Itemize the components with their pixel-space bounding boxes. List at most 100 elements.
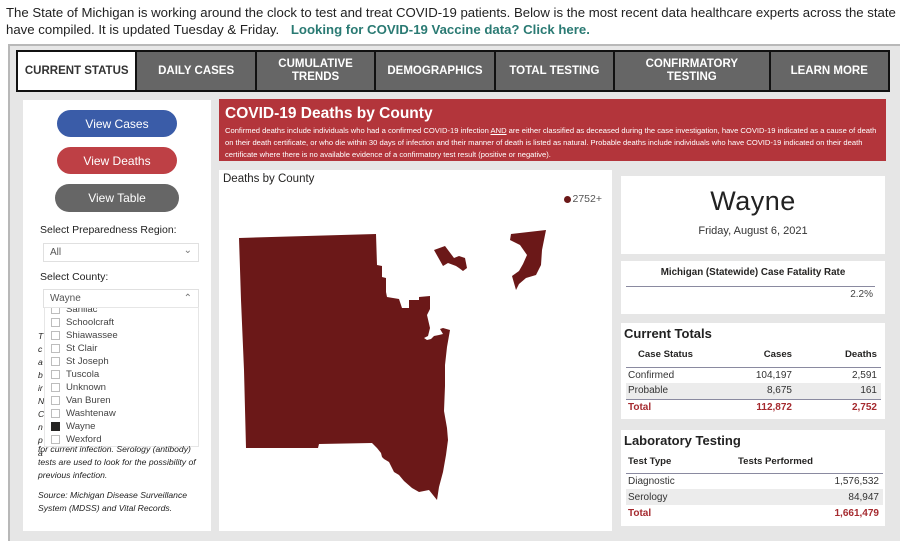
tab-confirmatory-testing[interactable]: CONFIRMATORY TESTING <box>615 52 769 90</box>
cell: 8,675 <box>716 383 796 399</box>
county-option[interactable]: St Joseph <box>45 355 198 368</box>
data-date: Friday, August 6, 2021 <box>698 225 808 237</box>
county-option-label: Washtenaw <box>66 408 116 419</box>
cfr-value: 2.2% <box>850 289 873 300</box>
table-row: Confirmed 104,197 2,591 <box>626 367 881 383</box>
table-row: Serology 84,947 <box>626 489 883 505</box>
column-header-cases[interactable]: Cases <box>716 343 796 368</box>
cell: 112,872 <box>716 398 796 415</box>
cell: 2,591 <box>851 369 877 381</box>
county-option[interactable]: Sanilac <box>45 307 198 316</box>
column-header-case-status[interactable]: Case Status <box>626 343 716 368</box>
tab-total-testing[interactable]: TOTAL TESTING <box>495 52 614 90</box>
source-note: Source: Michigan Disease Surveillance Sy… <box>38 490 188 513</box>
cell: Total <box>626 398 716 415</box>
column-header-tests-performed[interactable]: Tests Performed <box>738 450 883 474</box>
map-panel: Deaths by County 2752+ <box>219 170 612 531</box>
cell: Diagnostic <box>628 475 675 487</box>
legend-dot-icon <box>563 195 571 203</box>
deaths-banner: COVID-19 Deaths by County Confirmed deat… <box>219 99 886 161</box>
selected-county-name: Wayne <box>710 186 796 216</box>
banner-desc-emphasis: AND <box>490 126 507 135</box>
county-option-label: Schoolcraft <box>66 317 114 328</box>
checkbox[interactable] <box>51 396 60 405</box>
tab-cumulative-trends[interactable]: CUMULATIVE TRENDS <box>256 52 375 90</box>
tab-daily-cases[interactable]: DAILY CASES <box>137 52 255 90</box>
checkbox[interactable] <box>51 370 60 379</box>
legend-label: 2752+ <box>572 193 603 205</box>
column-header-deaths[interactable]: Deaths <box>796 343 881 368</box>
current-totals-title: Current Totals <box>624 326 712 341</box>
laboratory-testing-card: Laboratory Testing Test Type Tests Perfo… <box>621 430 885 526</box>
map-region-wayne-north-2 <box>510 230 546 290</box>
checkbox[interactable] <box>51 344 60 353</box>
chevron-up-icon: ⌃ <box>183 293 192 304</box>
cell: Confirmed <box>628 369 675 381</box>
divider <box>626 286 875 287</box>
filter-panel: View Cases View Deaths View Table Select… <box>23 100 211 531</box>
cfr-title: Michigan (Statewide) Case Fatality Rate <box>660 267 846 278</box>
cell: 161 <box>796 383 881 399</box>
county-option-label: Shiawassee <box>66 330 118 341</box>
cell: Serology <box>626 489 738 505</box>
table-row: Probable 8,675 161 <box>626 383 881 399</box>
total-row: Total 1,661,479 <box>626 505 883 521</box>
view-table-button[interactable]: View Table <box>55 184 179 212</box>
total-row: Total 112,872 2,752 <box>626 398 881 415</box>
cell: 1,576,532 <box>834 475 880 487</box>
map-title: Deaths by County <box>223 173 315 185</box>
checkbox[interactable] <box>51 383 60 392</box>
map-legend: 2752+ <box>563 193 603 205</box>
county-option-label: Van Buren <box>66 395 111 406</box>
column-header-test-type[interactable]: Test Type <box>626 450 738 474</box>
county-option-label: Sanilac <box>66 307 98 315</box>
checkbox[interactable] <box>51 318 60 327</box>
table-row: Diagnostic 1,576,532 <box>626 473 883 489</box>
view-deaths-button[interactable]: View Deaths <box>57 147 177 174</box>
vaccine-data-link[interactable]: Looking for COVID-19 Vaccine data? Click… <box>291 22 590 37</box>
tab-learn-more[interactable]: LEARN MORE <box>770 52 888 90</box>
intro-text-block: The State of Michigan is working around … <box>6 4 896 38</box>
checkbox[interactable] <box>51 409 60 418</box>
county-label: Select County: <box>40 271 109 283</box>
current-totals-card: Current Totals Case Status Cases Deaths … <box>621 323 885 419</box>
county-map[interactable] <box>219 170 612 531</box>
county-select-value: Wayne <box>50 293 81 304</box>
county-dropdown-list[interactable]: Sanilac Schoolcraft Shiawassee St Clair St J… <box>44 307 199 447</box>
tab-current-status[interactable]: CURRENT STATUS <box>18 52 136 90</box>
county-select[interactable]: Wayne ⌃ <box>43 289 199 308</box>
county-option[interactable]: Tuscola <box>45 368 198 381</box>
county-option[interactable]: Washtenaw <box>45 407 198 420</box>
checkbox-checked[interactable] <box>51 422 60 431</box>
map-region-wayne-north-1 <box>434 246 467 271</box>
current-totals-table: Case Status Cases Deaths Confirmed 104,1… <box>626 343 881 415</box>
county-option[interactable]: Van Buren <box>45 394 198 407</box>
checkbox[interactable] <box>51 308 60 314</box>
region-select-value: All <box>50 247 62 258</box>
banner-title: COVID-19 Deaths by County <box>225 105 433 122</box>
view-cases-button[interactable]: View Cases <box>57 110 177 137</box>
banner-description: Confirmed deaths include individuals who… <box>225 125 880 162</box>
tab-demographics[interactable]: DEMOGRAPHICS <box>376 52 494 90</box>
cell: 104,197 <box>755 369 792 381</box>
county-option-label: St Joseph <box>66 356 109 367</box>
lab-testing-table: Test Type Tests Performed Diagnostic 1,5… <box>626 450 883 521</box>
county-option-label: Wayne <box>66 421 96 432</box>
lab-testing-title: Laboratory Testing <box>624 433 741 448</box>
testing-note: for current infection. Serology (antibod… <box>38 444 196 480</box>
county-option-label: St Clair <box>66 343 98 354</box>
region-select[interactable]: All ⌄ <box>43 243 199 262</box>
cell: 2,752 <box>796 398 881 415</box>
county-option[interactable]: Wayne <box>45 420 198 433</box>
banner-desc-part: Confirmed deaths include individuals who… <box>225 126 491 135</box>
county-option-label: Tuscola <box>66 369 100 380</box>
cell: Total <box>628 507 652 519</box>
county-option[interactable]: St Clair <box>45 342 198 355</box>
case-fatality-rate-card: Michigan (Statewide) Case Fatality Rate … <box>621 261 885 314</box>
county-option[interactable]: Shiawassee <box>45 329 198 342</box>
selected-county-card: Wayne Friday, August 6, 2021 <box>621 176 885 254</box>
checkbox[interactable] <box>51 331 60 340</box>
county-option[interactable]: Unknown <box>45 381 198 394</box>
county-option[interactable]: Schoolcraft <box>45 316 198 329</box>
checkbox[interactable] <box>51 357 60 366</box>
